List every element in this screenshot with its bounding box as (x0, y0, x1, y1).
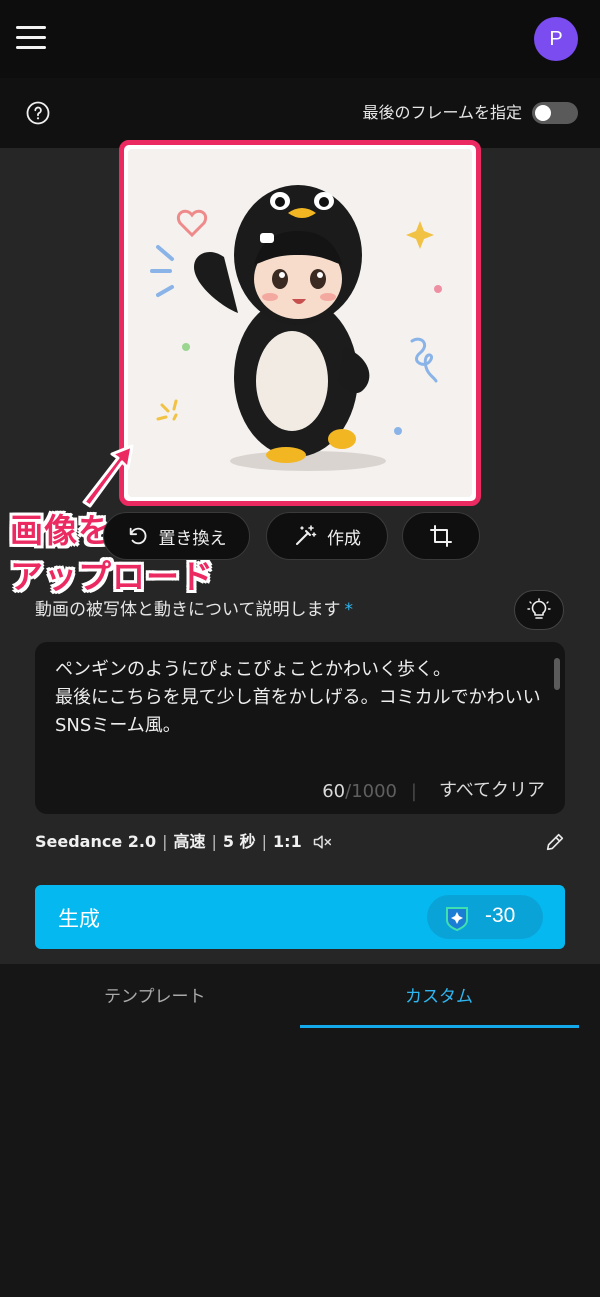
model-name: Seedance 2.0 (35, 832, 157, 851)
crop-icon (430, 525, 452, 547)
video-duration: 5 秒 (222, 832, 256, 851)
last-frame-label: 最後のフレームを指定 (362, 103, 522, 122)
active-tab-indicator (300, 1025, 579, 1028)
character-count-value: 60 (322, 781, 346, 802)
annotation-arrow-icon (82, 444, 134, 508)
top-bar: P (0, 0, 600, 78)
prompt-ideas-button[interactable] (514, 590, 564, 630)
penguin-character-illustration (150, 185, 442, 471)
generation-settings-summary[interactable]: Seedance 2.0 | 高速 | 5 秒 | 1:1 (35, 830, 332, 854)
menu-icon[interactable] (16, 26, 46, 50)
last-frame-toggle[interactable] (532, 102, 578, 124)
prompt-label: 動画の被写体と動きについて説明します * (35, 598, 353, 622)
lightbulb-icon (527, 598, 551, 619)
credit-cost-value: -30 (485, 904, 516, 927)
prompt-scrollbar[interactable] (554, 658, 560, 690)
credit-cost-badge: -30 (427, 895, 543, 939)
summary-separator: | (261, 832, 268, 851)
magic-wand-icon (296, 525, 317, 545)
avatar-initial: P (549, 27, 563, 50)
character-count: 60/1000 (322, 781, 397, 802)
settings-row: 最後のフレームを指定 (0, 78, 600, 148)
clear-all-button[interactable]: すべてクリア (439, 776, 545, 802)
replace-button[interactable]: 置き換え (103, 512, 250, 560)
speed-mode: 高速 (173, 832, 206, 851)
generate-button-label: 生成 (58, 907, 100, 931)
character-count-max: /1000 (345, 781, 397, 802)
mode-tabs: テンプレート カスタム (0, 964, 600, 1030)
generate-button[interactable]: 生成 -30 (35, 885, 565, 949)
create-button-label: 作成 (327, 528, 361, 549)
tab-content-area (0, 1030, 600, 1297)
uploaded-image-frame[interactable] (119, 140, 481, 506)
prompt-label-text: 動画の被写体と動きについて説明します (35, 600, 341, 620)
uploaded-image (128, 149, 472, 497)
tab-custom[interactable]: カスタム (405, 982, 473, 1007)
tab-templates[interactable]: テンプレート (104, 982, 206, 1007)
prompt-textarea[interactable]: ペンギンのようにぴょこぴょことかわいく歩く。 最後にこちらを見て少し首をかしげる… (35, 642, 565, 814)
count-separator: | (410, 781, 417, 802)
create-button[interactable]: 作成 (266, 512, 388, 560)
edit-settings-icon[interactable] (544, 831, 566, 853)
help-icon[interactable] (26, 101, 50, 125)
aspect-ratio: 1:1 (273, 832, 302, 851)
app-root: P 最後のフレームを指定 画像を アップロード 置き換え 作成 動画の被写体と動… (0, 0, 600, 1297)
credit-gem-icon (446, 907, 468, 932)
toggle-knob (535, 105, 551, 121)
sound-muted-icon (313, 835, 331, 849)
summary-separator: | (211, 832, 217, 851)
prompt-text: ペンギンのようにぴょこぴょことかわいく歩く。 最後にこちらを見て少し首をかしげる… (55, 659, 541, 736)
replace-button-label: 置き換え (158, 528, 227, 549)
required-mark: * (344, 600, 354, 620)
rotate-ccw-icon (129, 527, 146, 545)
avatar[interactable]: P (534, 17, 578, 61)
annotation-line2: アップロード (10, 557, 214, 596)
summary-separator: | (162, 832, 168, 851)
crop-button[interactable] (402, 512, 480, 560)
